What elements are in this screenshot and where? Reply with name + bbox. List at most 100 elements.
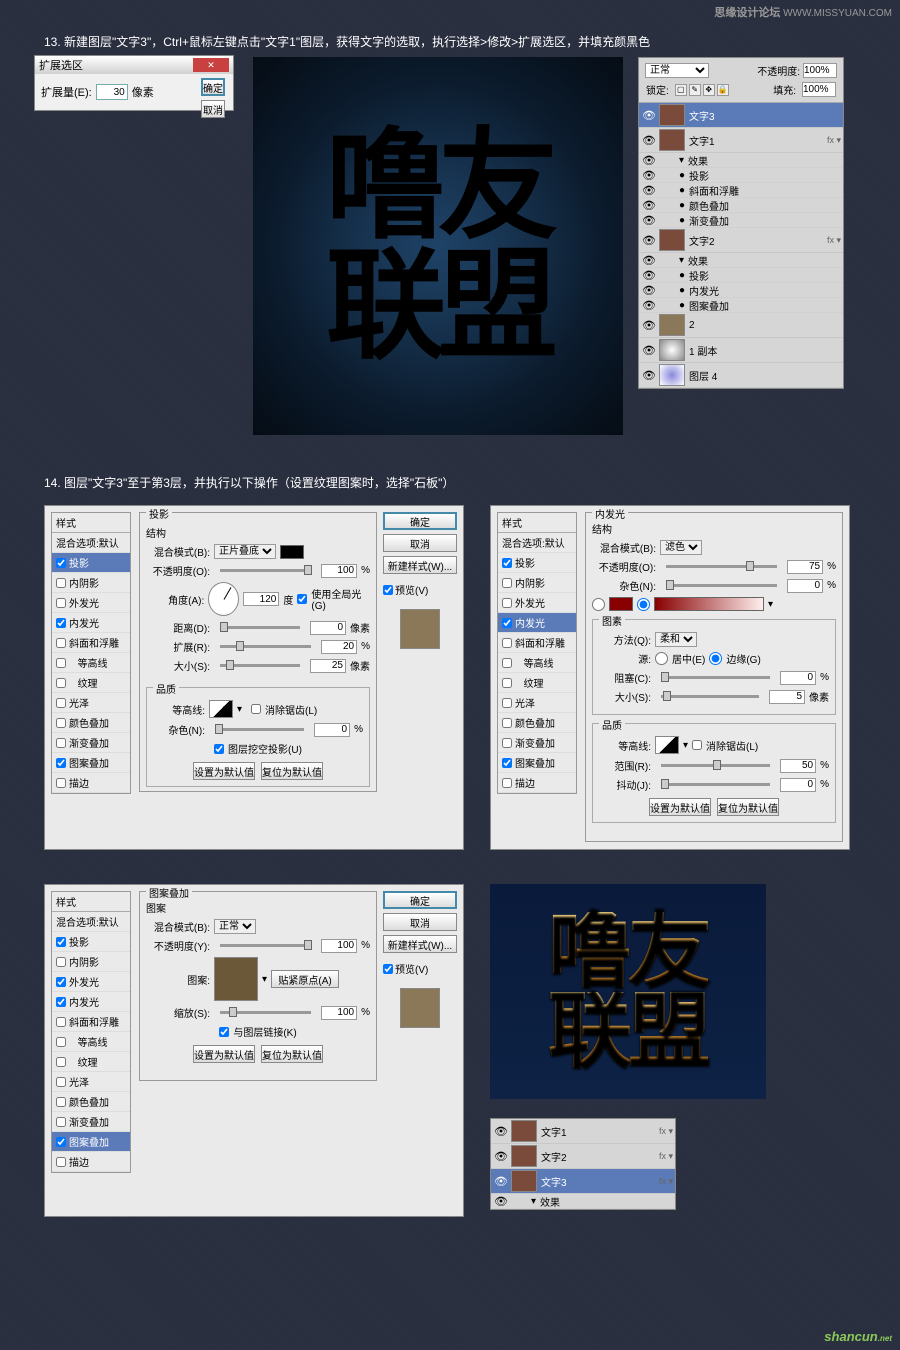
knockout-checkbox[interactable] bbox=[214, 744, 224, 754]
style-option[interactable]: 纹理 bbox=[498, 673, 576, 693]
style-option[interactable]: 内发光 bbox=[52, 992, 130, 1012]
layer-item[interactable]: 👁1 副本 bbox=[639, 338, 843, 363]
style-option[interactable]: 外发光 bbox=[498, 593, 576, 613]
layer-effect-item[interactable]: 👁●颜色叠加 bbox=[639, 198, 843, 213]
layer-effect-item[interactable]: 👁●内发光 bbox=[639, 283, 843, 298]
blend-mode-select[interactable]: 正常 bbox=[645, 63, 709, 78]
style-option[interactable]: 描边 bbox=[52, 1152, 130, 1172]
style-checkbox[interactable] bbox=[56, 698, 66, 708]
visibility-eye-icon[interactable]: 👁 bbox=[639, 284, 659, 297]
cancel-button[interactable]: 取消 bbox=[383, 913, 457, 931]
style-checkbox[interactable] bbox=[56, 937, 66, 947]
style-option[interactable]: 内阴影 bbox=[498, 573, 576, 593]
layer-effect-item[interactable]: 👁●渐变叠加 bbox=[639, 213, 843, 228]
opacity-input[interactable] bbox=[803, 63, 837, 78]
ok-button[interactable]: 确定 bbox=[383, 891, 457, 909]
style-checkbox[interactable] bbox=[502, 778, 512, 788]
dialog-titlebar[interactable]: 扩展选区 ✕ bbox=[35, 56, 233, 74]
style-option[interactable]: 渐变叠加 bbox=[52, 1112, 130, 1132]
style-option[interactable]: 内发光 bbox=[498, 613, 576, 633]
style-option[interactable]: 纹理 bbox=[52, 1052, 130, 1072]
style-option[interactable]: 图案叠加 bbox=[498, 753, 576, 773]
set-default-button[interactable]: 设置为默认值 bbox=[649, 798, 711, 816]
jitter-value[interactable] bbox=[780, 778, 816, 792]
link-layer-checkbox[interactable] bbox=[219, 1027, 229, 1037]
style-checkbox[interactable] bbox=[56, 1037, 66, 1047]
style-option[interactable]: 颜色叠加 bbox=[52, 713, 130, 733]
style-checkbox[interactable] bbox=[56, 618, 66, 628]
style-checkbox[interactable] bbox=[56, 718, 66, 728]
style-option[interactable]: 描边 bbox=[52, 773, 130, 793]
style-option[interactable]: 纹理 bbox=[52, 673, 130, 693]
visibility-eye-icon[interactable]: 👁 bbox=[491, 1175, 511, 1188]
style-option[interactable]: 内发光 bbox=[52, 613, 130, 633]
style-checkbox[interactable] bbox=[502, 598, 512, 608]
style-checkbox[interactable] bbox=[56, 738, 66, 748]
close-icon[interactable]: ✕ bbox=[193, 58, 229, 72]
blend-options[interactable]: 混合选项:默认 bbox=[52, 912, 130, 932]
set-default-button[interactable]: 设置为默认值 bbox=[193, 1045, 255, 1063]
angle-value[interactable] bbox=[243, 592, 279, 606]
blend-select[interactable]: 正常 bbox=[214, 919, 256, 934]
layer-item[interactable]: 👁文字3 bbox=[639, 103, 843, 128]
style-option[interactable]: 投影 bbox=[52, 553, 130, 573]
style-checkbox[interactable] bbox=[502, 618, 512, 628]
style-option[interactable]: 图案叠加 bbox=[52, 1132, 130, 1152]
style-option[interactable]: 斜面和浮雕 bbox=[52, 1012, 130, 1032]
gradient-picker[interactable] bbox=[654, 597, 764, 611]
set-default-button[interactable]: 设置为默认值 bbox=[193, 762, 255, 780]
antialias-checkbox[interactable] bbox=[251, 704, 261, 714]
style-checkbox[interactable] bbox=[56, 1117, 66, 1127]
global-light-checkbox[interactable] bbox=[297, 594, 307, 604]
color-swatch[interactable] bbox=[609, 597, 633, 611]
noise-value[interactable] bbox=[314, 723, 350, 737]
blend-options[interactable]: 混合选项:默认 bbox=[498, 533, 576, 553]
layer-effect-item[interactable]: 👁●图案叠加 bbox=[639, 298, 843, 313]
style-option[interactable]: 内阴影 bbox=[52, 573, 130, 593]
lock-brush-icon[interactable]: ✎ bbox=[689, 84, 701, 96]
visibility-eye-icon[interactable]: 👁 bbox=[491, 1150, 511, 1163]
color-swatch[interactable] bbox=[280, 545, 304, 559]
new-style-button[interactable]: 新建样式(W)... bbox=[383, 556, 457, 574]
style-checkbox[interactable] bbox=[502, 558, 512, 568]
preview-checkbox[interactable] bbox=[383, 964, 393, 974]
layer-effect-item[interactable]: 👁●投影 bbox=[639, 168, 843, 183]
style-option[interactable]: 等高线 bbox=[52, 1032, 130, 1052]
blend-options[interactable]: 混合选项:默认 bbox=[52, 533, 130, 553]
style-checkbox[interactable] bbox=[56, 598, 66, 608]
lock-transparent-icon[interactable]: ▢ bbox=[675, 84, 687, 96]
layer-item[interactable]: 👁文字1fx ▾ bbox=[491, 1119, 675, 1144]
ok-button[interactable]: 确定 bbox=[201, 78, 225, 96]
style-option[interactable]: 光泽 bbox=[498, 693, 576, 713]
style-checkbox[interactable] bbox=[502, 678, 512, 688]
new-style-button[interactable]: 新建样式(W)... bbox=[383, 935, 457, 953]
style-option[interactable]: 光泽 bbox=[52, 693, 130, 713]
layer-effect-item[interactable]: 👁▾效果 bbox=[639, 153, 843, 168]
layer-item[interactable]: 👁文字2fx ▾ bbox=[491, 1144, 675, 1169]
opacity-value[interactable] bbox=[321, 564, 357, 578]
distance-slider[interactable] bbox=[220, 626, 300, 629]
style-checkbox[interactable] bbox=[56, 1057, 66, 1067]
visibility-eye-icon[interactable]: 👁 bbox=[639, 319, 659, 332]
antialias-checkbox[interactable] bbox=[692, 740, 702, 750]
style-checkbox[interactable] bbox=[56, 1017, 66, 1027]
layer-item[interactable]: 👁文字2fx ▾ bbox=[639, 228, 843, 253]
style-option[interactable]: 描边 bbox=[498, 773, 576, 793]
style-option[interactable]: 颜色叠加 bbox=[52, 1092, 130, 1112]
visibility-eye-icon[interactable]: 👁 bbox=[639, 134, 659, 147]
layer-item[interactable]: 👁2 bbox=[639, 313, 843, 338]
style-option[interactable]: 投影 bbox=[52, 932, 130, 952]
contour-picker[interactable] bbox=[209, 700, 233, 718]
style-checkbox[interactable] bbox=[502, 738, 512, 748]
contour-picker[interactable] bbox=[655, 736, 679, 754]
style-option[interactable]: 斜面和浮雕 bbox=[52, 633, 130, 653]
spread-slider[interactable] bbox=[220, 645, 311, 648]
style-checkbox[interactable] bbox=[56, 578, 66, 588]
choke-slider[interactable] bbox=[661, 676, 770, 679]
angle-dial[interactable] bbox=[208, 582, 239, 616]
visibility-eye-icon[interactable]: 👁 bbox=[491, 1125, 511, 1138]
layer-effect-item[interactable]: 👁▾效果 bbox=[639, 253, 843, 268]
range-slider[interactable] bbox=[661, 764, 770, 767]
style-checkbox[interactable] bbox=[56, 778, 66, 788]
style-option[interactable]: 渐变叠加 bbox=[52, 733, 130, 753]
